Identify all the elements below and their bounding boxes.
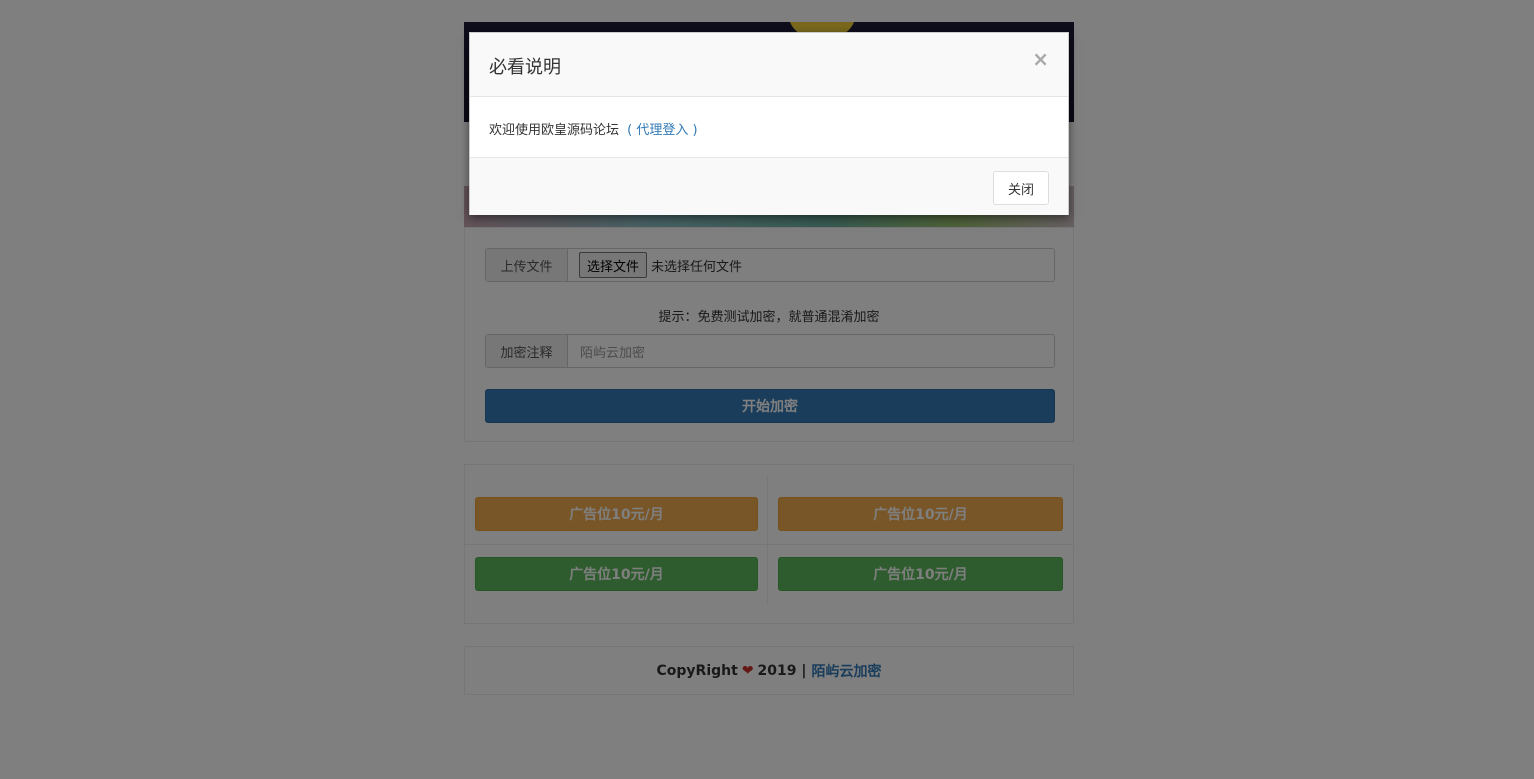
link-paren-close: ) bbox=[692, 123, 698, 138]
agent-login-link[interactable]: 代理登入 bbox=[636, 123, 688, 138]
close-button[interactable]: 关闭 bbox=[993, 171, 1049, 205]
modal-title: 必看说明 bbox=[489, 57, 561, 78]
modal-footer: 关闭 bbox=[470, 157, 1068, 215]
link-paren-open: ( bbox=[627, 123, 633, 138]
notice-modal: 必看说明 × 欢迎使用欧皇源码论坛 ( 代理登入 ) 关闭 bbox=[469, 32, 1069, 215]
close-icon[interactable]: × bbox=[1032, 47, 1049, 71]
welcome-text: 欢迎使用欧皇源码论坛 bbox=[489, 123, 620, 138]
modal-header: 必看说明 × bbox=[470, 33, 1068, 97]
modal-body: 欢迎使用欧皇源码论坛 ( 代理登入 ) bbox=[489, 119, 698, 138]
